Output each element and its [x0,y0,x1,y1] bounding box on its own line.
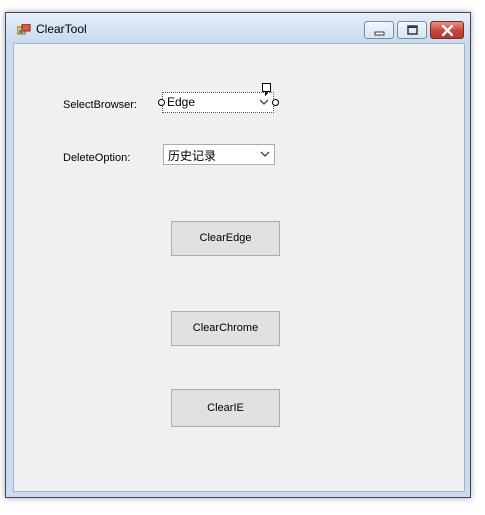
smart-tag-glyph[interactable] [262,83,271,96]
window-title: ClearTool [36,22,87,36]
select-browser-label: SelectBrowser: [63,99,137,111]
play-arrow-icon [265,91,268,96]
clear-chrome-button[interactable]: ClearChrome [171,311,280,346]
maximize-icon [407,25,418,35]
browser-combobox-value: Edge [167,95,196,109]
minimize-button[interactable] [364,21,394,39]
app-window: ClearTool SelectBrowser: Edge DeleteOpti… [5,12,471,498]
maximize-button[interactable] [397,21,427,39]
close-icon [441,24,454,37]
resize-handle-left[interactable] [158,99,165,106]
minimize-icon [374,31,385,36]
delete-option-combobox[interactable]: 历史记录 [163,144,275,165]
app-icon [17,24,31,35]
browser-combobox[interactable]: Edge [162,92,274,113]
clear-edge-button[interactable]: ClearEdge [171,221,280,256]
resize-handle-right[interactable] [272,99,279,106]
title-bar[interactable]: ClearTool [6,13,470,43]
chevron-down-icon [259,99,269,105]
delete-option-value: 历史记录 [168,149,217,163]
form-client-area: SelectBrowser: Edge DeleteOption: 历史记录 C… [13,43,465,492]
delete-option-label: DeleteOption: [63,152,131,164]
close-button[interactable] [430,21,464,39]
clear-ie-button[interactable]: ClearIE [171,389,280,427]
chevron-down-icon [260,151,270,157]
